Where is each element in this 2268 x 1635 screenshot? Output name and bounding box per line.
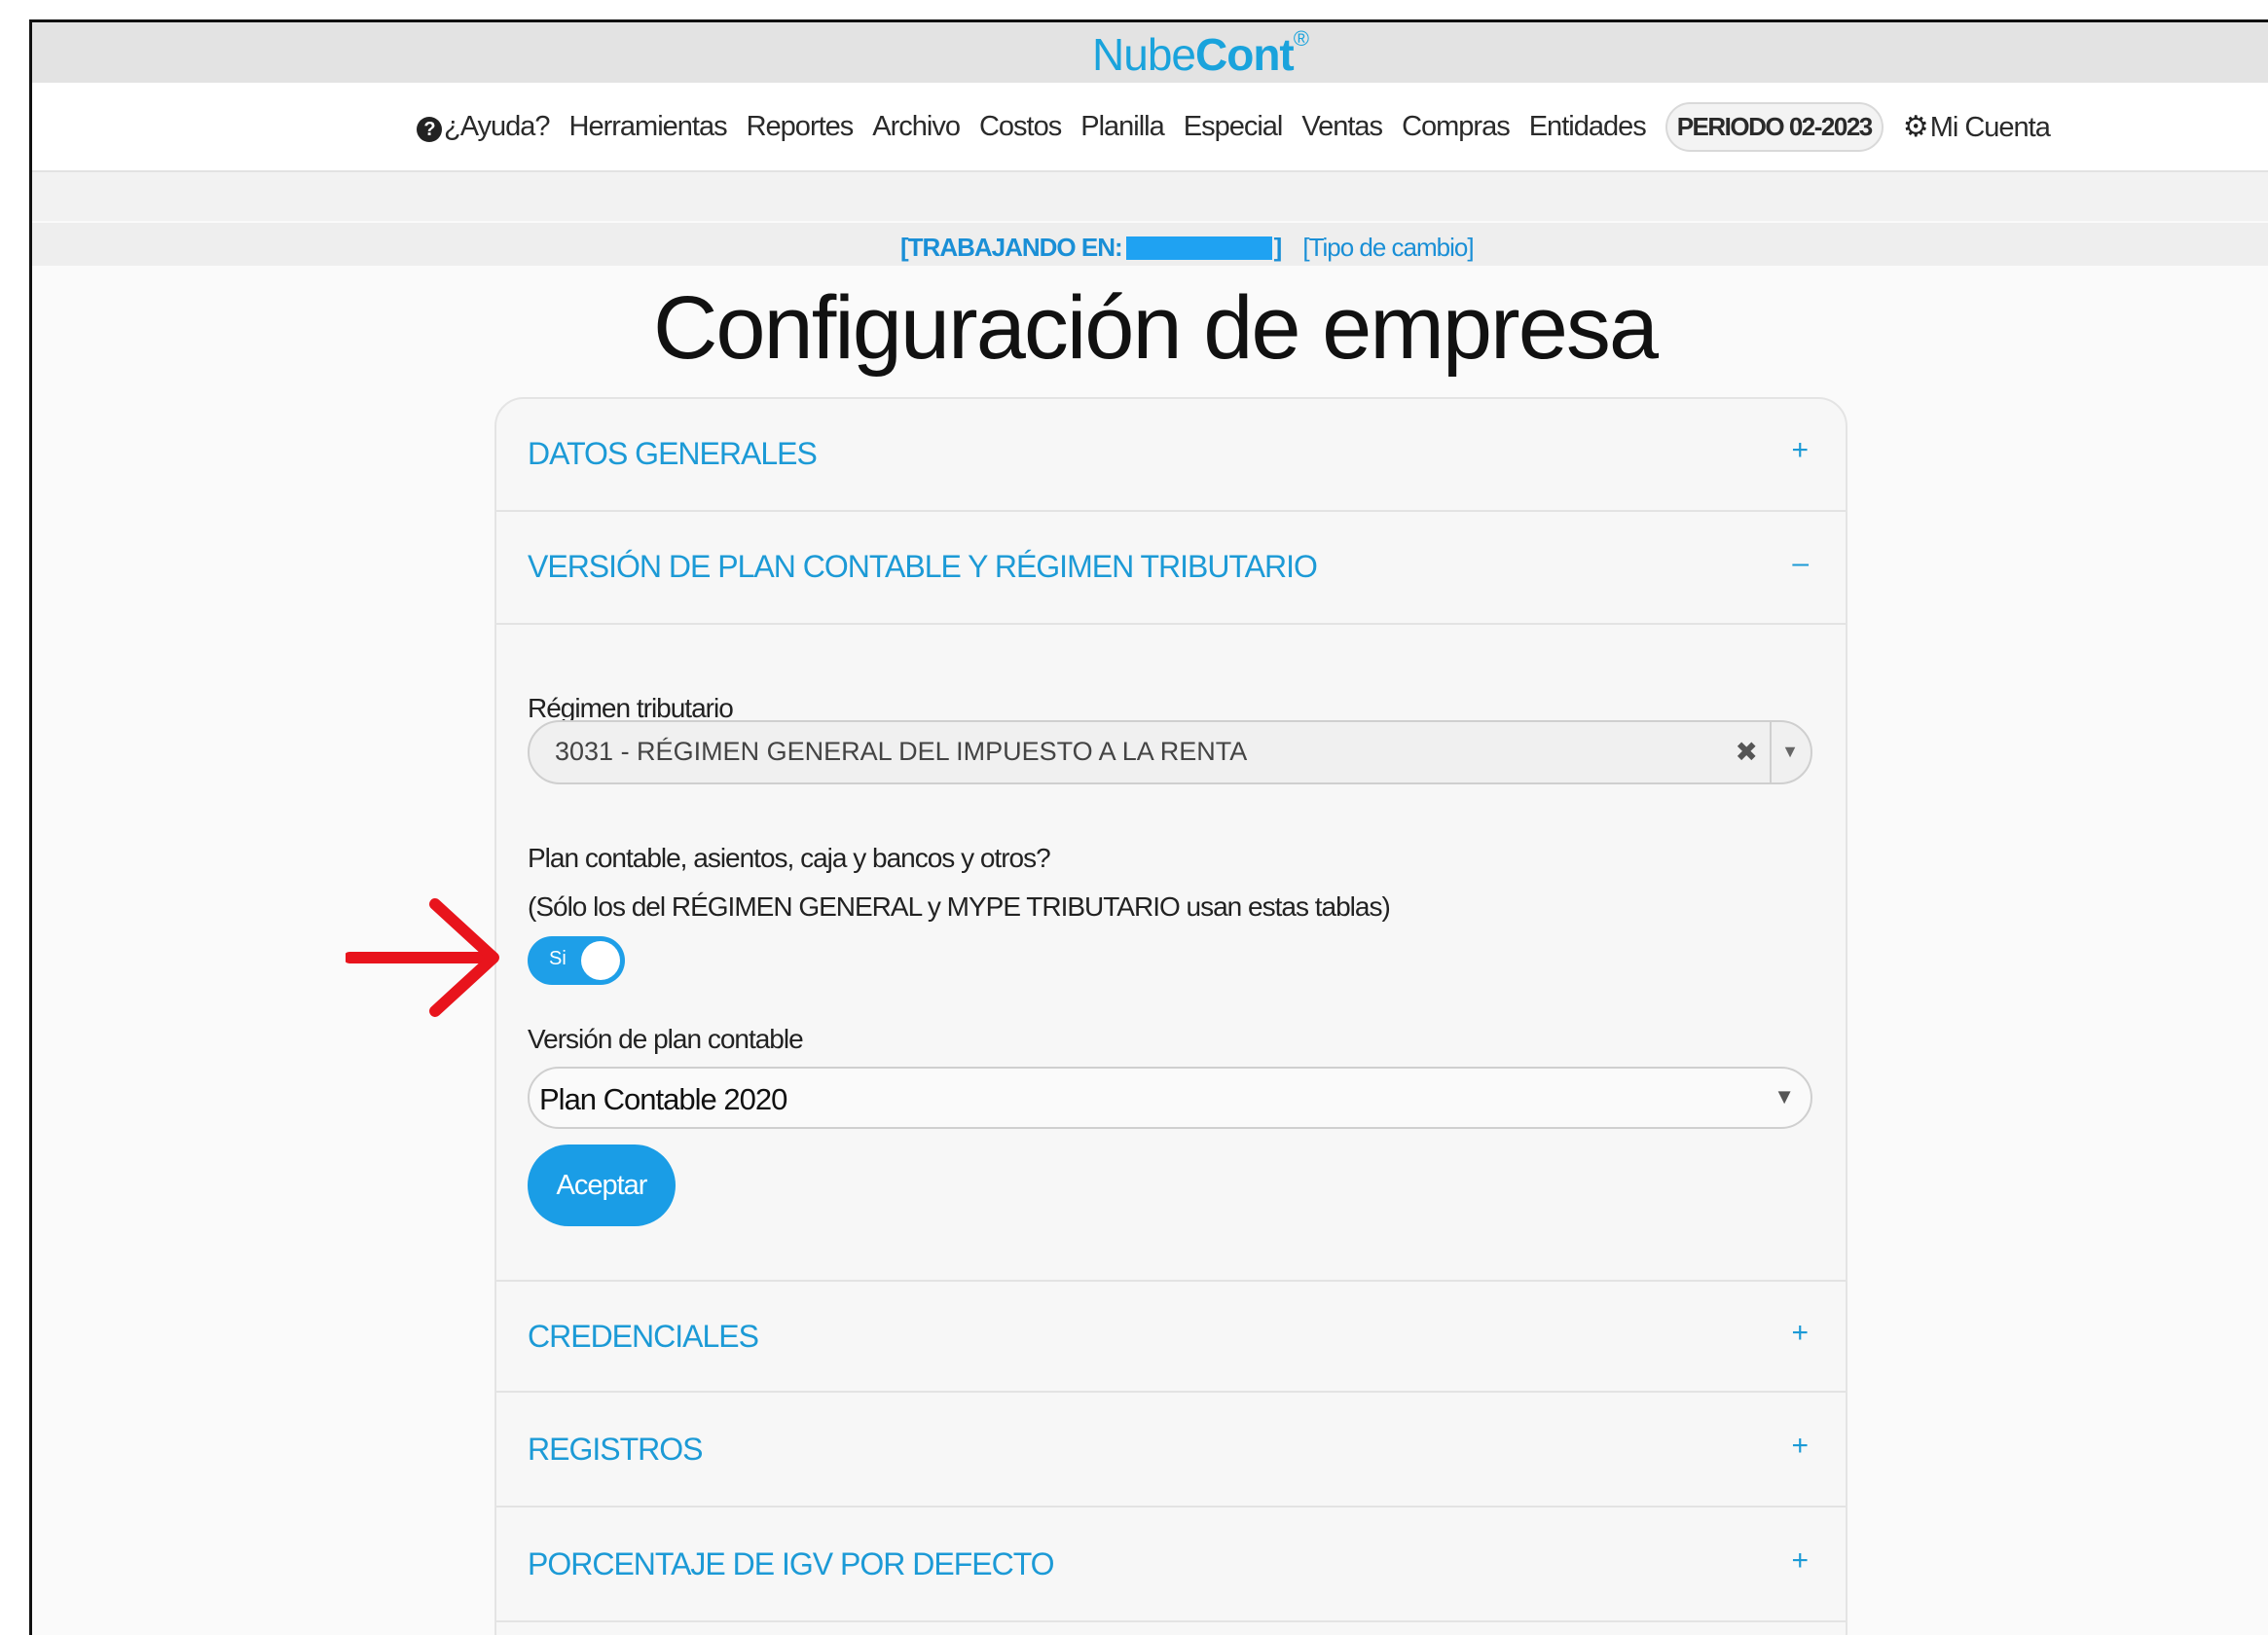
logo-light-text: Nube [1092,29,1196,80]
section-title: REGISTROS [528,1432,703,1467]
expand-icon[interactable]: + [1791,434,1809,467]
version-value: Plan Contable 2020 [539,1082,787,1116]
nubecont-logo[interactable]: NubeCont® [1054,26,1346,81]
regimen-value: 3031 - RÉGIMEN GENERAL DEL IMPUESTO A LA… [555,737,1248,766]
question-circle-icon: ? [417,116,442,142]
toggle-knob [581,941,620,980]
nav-item-entidades[interactable]: Entidades [1529,111,1647,143]
nav-item-mi-cuenta[interactable]: ⚙Mi Cuenta [1902,110,2051,144]
section-title: PORCENTAJE DE IGV POR DEFECTO [528,1546,1055,1581]
nav-item-planilla[interactable]: Planilla [1080,111,1164,143]
nav-item-compras[interactable]: Compras [1402,111,1511,143]
main-navbar: ? ¿Ayuda? Herramientas Reportes Archivo C… [32,83,2268,172]
section-title: VERSIÓN DE PLAN CONTABLE Y RÉGIMEN TRIBU… [528,549,1318,584]
collapse-icon[interactable]: – [1792,547,1809,580]
aceptar-button[interactable]: Aceptar [528,1144,676,1226]
section-igv[interactable]: PORCENTAJE DE IGV POR DEFECTO + [496,1509,1846,1622]
regimen-select[interactable]: 3031 - RÉGIMEN GENERAL DEL IMPUESTO A LA… [528,720,1812,784]
tipo-de-cambio-link[interactable]: [Tipo de cambio] [1302,233,1474,263]
version-label: Versión de plan contable [528,1024,804,1054]
brand-bar: NubeCont® [32,22,2268,83]
config-accordion: DATOS GENERALES + VERSIÓN DE PLAN CONTAB… [494,397,1847,1635]
plan-question-label: Plan contable, asientos, caja y bancos y… [528,843,1051,873]
version-select[interactable]: Plan Contable 2020 ▼ [528,1067,1812,1129]
gear-icon: ⚙ [1902,110,1929,143]
chevron-down-icon[interactable]: ▼ [1781,742,1799,762]
nav-item-herramientas[interactable]: Herramientas [569,111,728,143]
periodo-badge[interactable]: PERIODO 02-2023 [1664,101,1884,152]
nav-item-reportes[interactable]: Reportes [747,111,855,143]
expand-icon[interactable]: + [1791,1430,1809,1463]
section-title: CREDENCIALES [528,1319,759,1354]
logo-bold-text: Cont [1195,29,1295,80]
chevron-down-icon[interactable]: ▼ [1774,1084,1795,1109]
sub-toolbar [32,172,2268,221]
nav-item-ayuda[interactable]: ? ¿Ayuda? [417,111,551,143]
clear-icon[interactable]: ✖ [1736,736,1758,768]
nav-item-archivo[interactable]: Archivo [872,111,961,143]
section-title: DATOS GENERALES [528,436,818,471]
section-registros[interactable]: REGISTROS + [496,1395,1846,1508]
working-label-close: ] [1273,233,1283,262]
section-plan-contable[interactable]: VERSIÓN DE PLAN CONTABLE Y RÉGIMEN TRIBU… [496,512,1846,625]
page-title: Configuración de empresa [652,278,1659,378]
nav-item-especial[interactable]: Especial [1184,111,1284,143]
working-company: [TRABAJANDO EN:] [Tipo de cambio] [900,233,1475,263]
nav-item-costos[interactable]: Costos [979,111,1062,143]
redacted-company-name [1125,236,1272,260]
plan-note-label: (Sólo los del RÉGIMEN GENERAL y MYPE TRI… [528,891,1391,922]
working-bar: [TRABAJANDO EN:] [Tipo de cambio] [32,223,2268,266]
expand-icon[interactable]: + [1791,1317,1809,1350]
main-menu: ? ¿Ayuda? Herramientas Reportes Archivo C… [417,100,2051,153]
select-divider [1770,722,1772,782]
nav-item-ventas[interactable]: Ventas [1301,111,1383,143]
section-datos-generales[interactable]: DATOS GENERALES + [496,399,1846,512]
registered-mark: ® [1293,26,1309,51]
expand-icon[interactable]: + [1791,1544,1809,1578]
working-label: [TRABAJANDO EN: [900,233,1123,262]
toggle-label: Si [549,948,567,969]
red-arrow-annotation [346,898,499,1017]
section-credenciales[interactable]: CREDENCIALES + [496,1280,1846,1393]
plan-contable-toggle[interactable]: Si [528,936,625,985]
browser-frame: NubeCont® ? ¿Ayuda? Herramientas Reportes… [29,19,2268,1635]
